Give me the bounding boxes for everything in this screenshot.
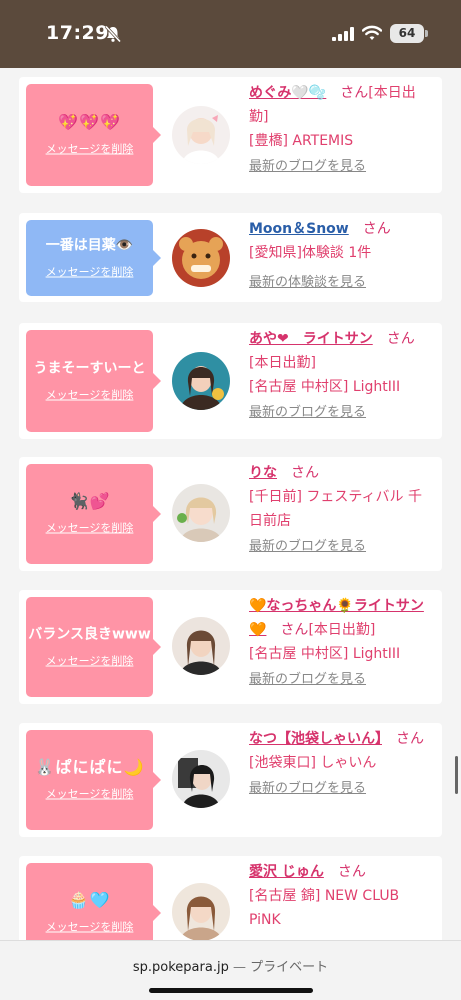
list-item: 💖💖💖 メッセージを削除 めぐみ🤍🫧 さん[本日出勤] [豊橋] ARTEMIS…	[19, 77, 442, 193]
latest-blog-link[interactable]: 最新のブログを見る	[249, 777, 435, 801]
status-time: 17:29	[46, 22, 109, 44]
message-bubble: 🐰ぱにぱに🌙 メッセージを削除	[26, 730, 161, 830]
delete-message-link[interactable]: メッセージを削除	[46, 265, 134, 281]
info-line: [名古屋 中村区] LightIII	[249, 379, 401, 395]
delete-message-link[interactable]: メッセージを削除	[46, 388, 134, 404]
info-line: [豊橋] ARTEMIS	[249, 133, 354, 149]
name-suffix: さん	[386, 331, 415, 347]
profile-name-link[interactable]: 愛沢 じゅん	[249, 864, 324, 880]
message-bubble: 💖💖💖 メッセージを削除	[26, 84, 161, 186]
name-suffix: さん	[362, 221, 391, 237]
latest-blog-link[interactable]: 最新のブログを見る	[249, 535, 435, 559]
delete-message-link[interactable]: メッセージを削除	[46, 521, 134, 537]
avatar[interactable]	[172, 484, 230, 542]
favorites-list[interactable]: 💖💖💖 メッセージを削除 めぐみ🤍🫧 さん[本日出勤] [豊橋] ARTEMIS…	[0, 68, 461, 940]
home-indicator[interactable]	[149, 988, 313, 993]
scrollbar[interactable]	[455, 756, 458, 794]
latest-blog-link[interactable]: 最新のブログを見る	[249, 155, 435, 179]
list-item: 一番は目薬👁️ メッセージを削除 Moon＆Snow さん [愛知県]体験談 1…	[19, 213, 442, 302]
private-mode-label: プライベート	[250, 960, 329, 975]
name-suffix: さん	[396, 731, 424, 747]
message-text: 🐈‍⬛💕	[68, 491, 111, 511]
message-text: 🧁🩵	[68, 890, 111, 910]
message-text: バランス良きwww	[28, 626, 151, 643]
message-bubble: 🧁🩵 メッセージを削除	[26, 863, 161, 940]
info-line: [名古屋 中村区] LightIII	[249, 646, 401, 662]
url-display[interactable]: sp.pokepara.jp — プライベート	[0, 956, 461, 975]
message-bubble: 🐈‍⬛💕 メッセージを削除	[26, 464, 161, 564]
battery-cap	[425, 30, 428, 37]
avatar[interactable]	[172, 883, 230, 940]
silent-bell-icon	[104, 25, 122, 43]
delete-message-link[interactable]: メッセージを削除	[46, 787, 134, 803]
list-item: 🧁🩵 メッセージを削除 愛沢 じゅん さん [名古屋 錦] NEW CLUB P…	[19, 856, 442, 940]
profile-info: 愛沢 じゅん さん [名古屋 錦] NEW CLUB PiNK	[249, 860, 435, 932]
url-domain: sp.pokepara.jp	[132, 960, 229, 975]
message-bubble: うまそーすいーと メッセージを削除	[26, 330, 161, 432]
message-bubble: 一番は目薬👁️ メッセージを削除	[26, 220, 161, 296]
profile-info: めぐみ🤍🫧 さん[本日出勤] [豊橋] ARTEMIS 最新のブログを見る	[249, 81, 435, 179]
message-text: 一番は目薬👁️	[45, 237, 134, 254]
name-suffix: さん	[280, 622, 309, 638]
latest-blog-link[interactable]: 最新のブログを見る	[249, 668, 435, 692]
info-line: [名古屋 錦] NEW CLUB PiNK	[249, 888, 400, 928]
battery-icon: 64	[390, 24, 424, 43]
delete-message-link[interactable]: メッセージを削除	[46, 920, 134, 936]
info-line: [愛知県]体験談 1件	[249, 245, 372, 261]
profile-name-link[interactable]: りな	[249, 465, 277, 481]
name-suffix: さん	[340, 85, 369, 101]
message-text: うまそーすいーと	[33, 360, 146, 377]
info-line: [本日出勤]	[308, 622, 376, 638]
profile-info: りな さん [千日前] フェスティバル 千日前店 最新のブログを見る	[249, 461, 435, 559]
profile-info: 🧡なっちゃん🌻ライトサン🧡 さん[本日出勤] [名古屋 中村区] LightII…	[249, 594, 435, 692]
profile-name-link[interactable]: なつ【池袋しゃいん】	[249, 731, 382, 747]
url-separator: —	[232, 960, 246, 975]
message-text: 💖💖💖	[58, 112, 121, 132]
status-bar: 17:29 64	[0, 0, 461, 68]
name-suffix: さん	[291, 465, 319, 481]
cellular-signal-icon	[332, 27, 354, 41]
list-item: 🐰ぱにぱに🌙 メッセージを削除 なつ【池袋しゃいん】 さん [池袋東口] しゃい…	[19, 723, 442, 837]
delete-message-link[interactable]: メッセージを削除	[46, 142, 134, 158]
message-bubble: バランス良きwww メッセージを削除	[26, 597, 161, 697]
latest-review-link[interactable]: 最新の体験談を見る	[249, 271, 435, 295]
avatar[interactable]	[172, 617, 230, 675]
profile-info: あや❤ ライトサン さん [本日出勤] [名古屋 中村区] LightIII 最…	[249, 327, 435, 425]
avatar[interactable]	[172, 106, 230, 164]
info-line: [本日出勤]	[249, 355, 316, 371]
list-item: バランス良きwww メッセージを削除 🧡なっちゃん🌻ライトサン🧡 さん[本日出勤…	[19, 590, 442, 704]
name-suffix: さん	[337, 864, 366, 880]
list-item: うまそーすいーと メッセージを削除 あや❤ ライトサン さん [本日出勤] [名…	[19, 323, 442, 439]
avatar[interactable]	[172, 352, 230, 410]
avatar[interactable]	[172, 750, 230, 808]
wifi-icon	[362, 25, 382, 40]
profile-name-link[interactable]: Moon＆Snow	[249, 221, 349, 237]
profile-info: なつ【池袋しゃいん】 さん [池袋東口] しゃいん 最新のブログを見る	[249, 727, 435, 801]
list-item: 🐈‍⬛💕 メッセージを削除 りな さん [千日前] フェスティバル 千日前店 最…	[19, 457, 442, 571]
browser-address-bar[interactable]: sp.pokepara.jp — プライベート	[0, 940, 461, 1000]
profile-name-link[interactable]: めぐみ🤍🫧	[249, 85, 326, 101]
message-text: 🐰ぱにぱに🌙	[34, 757, 145, 777]
profile-info: Moon＆Snow さん [愛知県]体験談 1件 最新の体験談を見る	[249, 217, 435, 295]
delete-message-link[interactable]: メッセージを削除	[46, 654, 134, 670]
profile-name-link[interactable]: あや❤ ライトサン	[249, 331, 373, 347]
info-line: [池袋東口] しゃいん	[249, 755, 377, 771]
avatar[interactable]	[172, 229, 230, 287]
info-line: [千日前] フェスティバル 千日前店	[249, 489, 422, 529]
latest-blog-link[interactable]: 最新のブログを見る	[249, 401, 435, 425]
